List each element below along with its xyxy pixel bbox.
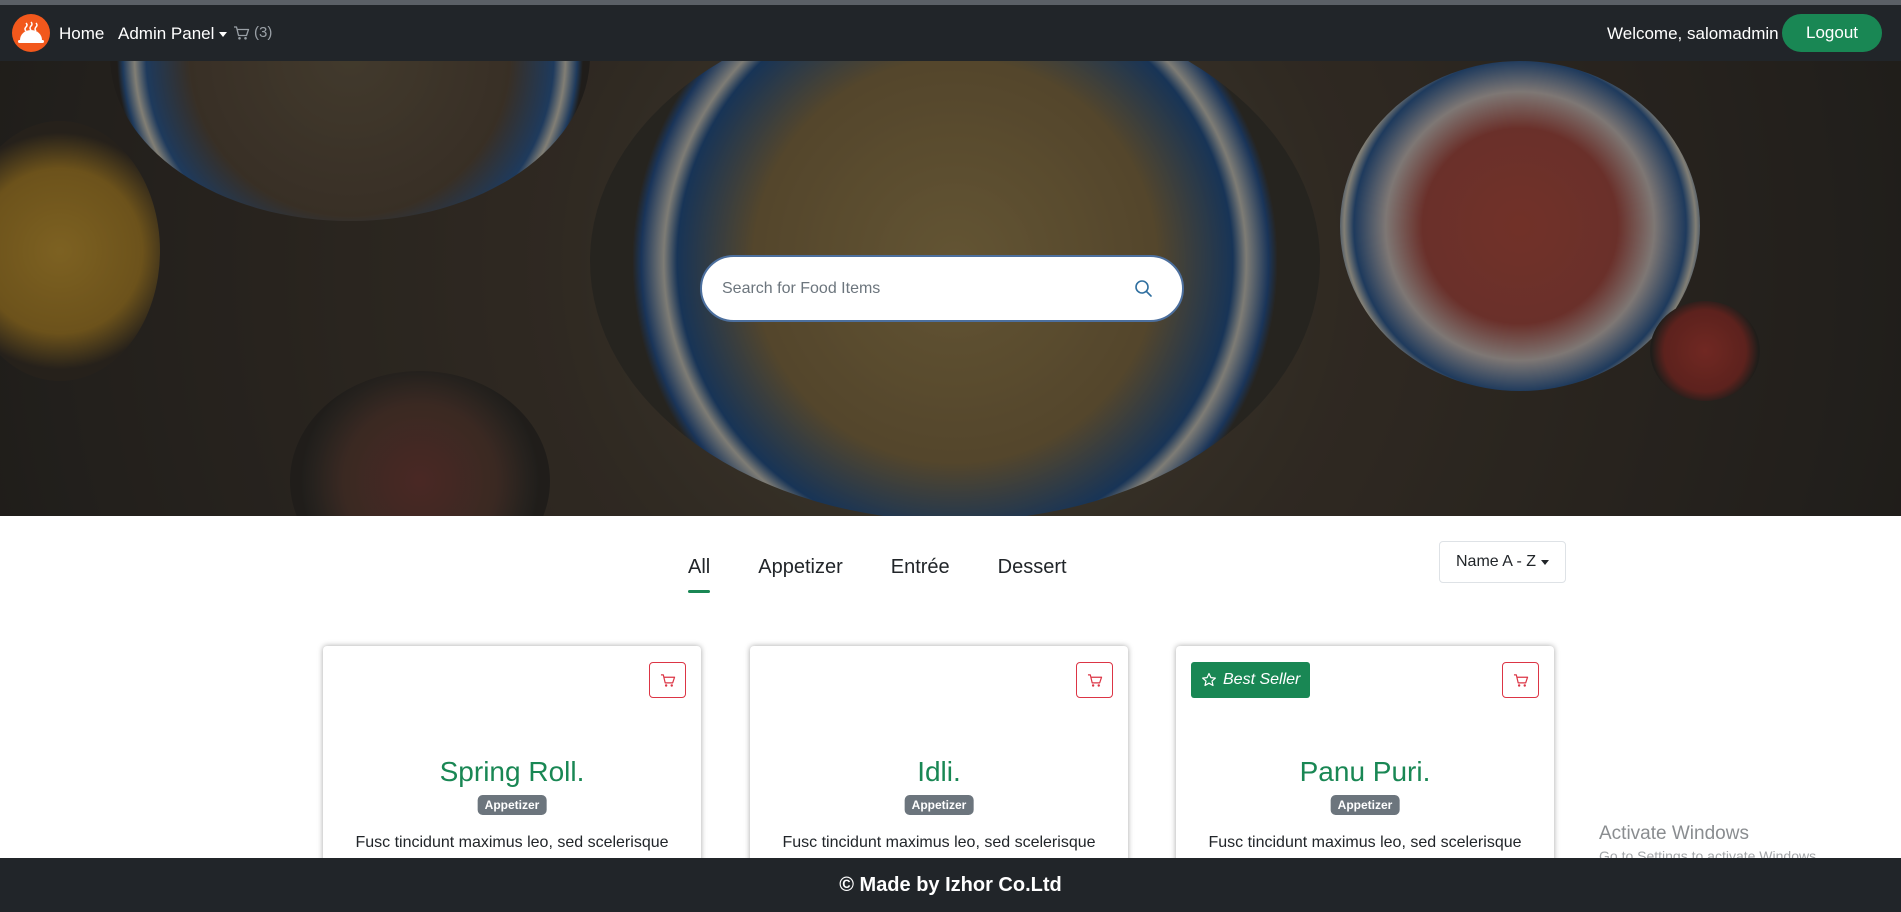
- search-icon[interactable]: [1132, 277, 1156, 301]
- best-seller-badge: Best Seller: [1191, 662, 1311, 698]
- cart-count: (3): [254, 24, 273, 41]
- card-description: Fusc tincidunt maximus leo, sed sceleris…: [1208, 834, 1522, 851]
- caret-down-icon: [1541, 559, 1550, 565]
- add-to-cart-button[interactable]: [649, 662, 686, 698]
- star-icon: [1202, 672, 1216, 687]
- sort-dropdown[interactable]: Name A - Z: [1439, 541, 1566, 583]
- tab-appetizer[interactable]: Appetizer: [758, 556, 843, 593]
- sort-label: Name A - Z: [1455, 553, 1537, 570]
- card-description: Fusc tincidunt maximus leo, sed sceleris…: [782, 834, 1096, 851]
- nav-home-link[interactable]: Home: [59, 24, 104, 44]
- add-to-cart-button[interactable]: [1076, 662, 1113, 698]
- cart-icon: [234, 25, 250, 40]
- welcome-text: Welcome, salomadmin: [1607, 24, 1779, 43]
- footer-text: © Made by Izhor Co.Ltd: [839, 873, 1062, 896]
- best-seller-label: Best Seller: [1223, 671, 1301, 688]
- category-badge: Appetizer: [904, 795, 974, 815]
- food-card: Idli. Appetizer Fusc tincidunt maximus l…: [750, 646, 1128, 886]
- food-card: Best Seller Panu Puri. Appetizer Fusc ti…: [1176, 646, 1554, 886]
- card-title: Spring Roll.: [439, 756, 585, 787]
- navbar: Home Admin Panel (3) Welcome, salomadmin…: [0, 5, 1901, 61]
- category-badge: Appetizer: [1330, 795, 1400, 815]
- nav-cart-link[interactable]: (3): [233, 24, 272, 41]
- nav-admin-label: Admin Panel: [118, 24, 215, 43]
- category-badge: Appetizer: [477, 795, 547, 815]
- card-title: Idli.: [917, 756, 961, 787]
- category-tabs: All Appetizer Entrée Dessert: [688, 556, 1067, 593]
- caret-down-icon: [219, 31, 228, 37]
- food-card: Spring Roll. Appetizer Fusc tincidunt ma…: [323, 646, 701, 886]
- card-description: Fusc tincidunt maximus leo, sed sceleris…: [355, 834, 669, 851]
- search-box: [700, 255, 1184, 322]
- tab-entree[interactable]: Entrée: [891, 556, 950, 593]
- footer: © Made by Izhor Co.Ltd: [0, 858, 1901, 912]
- cart-icon: [660, 673, 675, 687]
- add-to-cart-button[interactable]: [1502, 662, 1539, 698]
- cart-icon: [1087, 673, 1102, 687]
- activate-windows-title: Activate Windows: [1599, 823, 1749, 844]
- hero-banner: [0, 61, 1901, 516]
- card-title: Panu Puri.: [1299, 756, 1431, 787]
- tab-dessert[interactable]: Dessert: [998, 556, 1067, 593]
- logout-button[interactable]: Logout: [1782, 14, 1882, 52]
- nav-admin-dropdown[interactable]: Admin Panel: [118, 24, 228, 44]
- tab-all[interactable]: All: [688, 556, 711, 593]
- logo-icon[interactable]: [12, 14, 50, 52]
- search-input[interactable]: [722, 277, 1122, 301]
- cart-icon: [1513, 673, 1528, 687]
